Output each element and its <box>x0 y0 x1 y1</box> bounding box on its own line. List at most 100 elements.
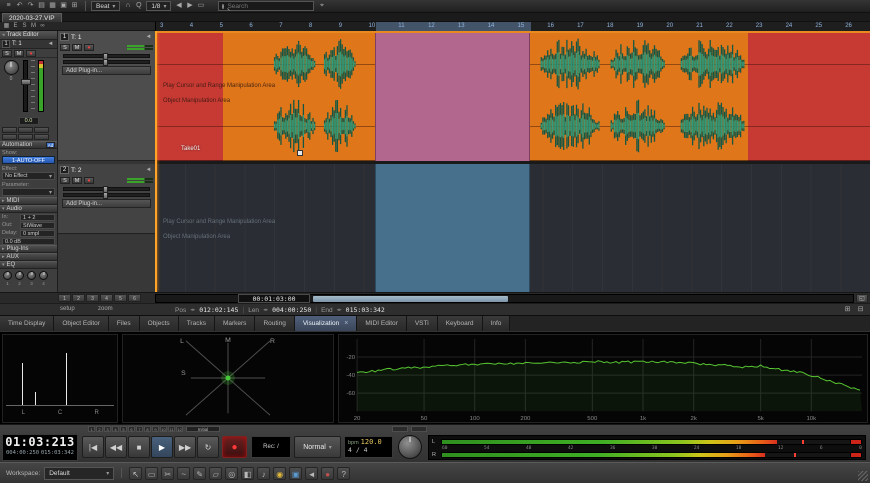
eq-knob-3[interactable] <box>27 271 36 280</box>
tempo-display[interactable]: bpm 120.0 4 / 4 <box>344 436 393 458</box>
monitor-icon[interactable]: ▭ <box>195 1 206 11</box>
snap-grid-select[interactable]: 1/8 ▾ <box>146 1 171 11</box>
mouse-mode-icon[interactable]: ⌖ <box>316 1 327 11</box>
zoom-out-icon[interactable]: ⊟ <box>855 305 866 315</box>
track-name-label[interactable]: T: 2 <box>71 167 142 174</box>
tab-vsti[interactable]: VSTi <box>407 316 438 331</box>
aux-section-header[interactable]: ▸ AUX <box>0 253 57 261</box>
beat-mode-select[interactable]: Beat ▾ <box>91 1 120 11</box>
gain-value[interactable]: 0.0 dB <box>2 238 55 245</box>
volume-slider[interactable] <box>63 54 150 58</box>
track-grid-icon[interactable]: ▦ <box>2 21 11 31</box>
nudge-left-icon[interactable]: ◀ <box>173 1 184 11</box>
marker-slot-button[interactable]: 10 <box>160 426 167 432</box>
zoom-preset-button[interactable]: 2 <box>72 294 85 302</box>
clip-indicator[interactable] <box>850 453 861 457</box>
eq-knob-2[interactable] <box>15 271 24 280</box>
quantize-button[interactable]: Q <box>133 1 144 11</box>
bulb-icon[interactable]: ◉ <box>273 467 286 480</box>
mute-button[interactable]: M <box>72 44 82 51</box>
tab-midi-editor[interactable]: MIDI Editor <box>357 316 407 331</box>
track-lane-1[interactable]: Play Cursor and Range Manipulation Area … <box>155 31 870 161</box>
eq-knob-1[interactable] <box>3 271 12 280</box>
add-plugin-button[interactable]: Add Plug-in... <box>62 66 151 75</box>
panel-button[interactable] <box>2 127 17 133</box>
record-arm-button[interactable]: ● <box>84 177 94 184</box>
marker-slot-button[interactable]: 12 <box>176 426 183 432</box>
tab-routing[interactable]: Routing <box>255 316 294 331</box>
collapse-panel-icon[interactable]: ◂ <box>2 32 5 38</box>
play-mode-select[interactable]: Normal ▾ <box>294 436 341 458</box>
sync-option-button[interactable] <box>392 426 408 432</box>
tab-tracks[interactable]: Tracks <box>179 316 215 331</box>
stop-button[interactable]: ■ <box>128 436 150 458</box>
pan-slider[interactable] <box>63 60 150 64</box>
timeline-ruler[interactable]: 3456789101112131415161718192021222324252… <box>155 22 870 31</box>
zoom-preset-button[interactable]: 4 <box>100 294 113 302</box>
len-value[interactable]: 004:00:250 <box>272 306 311 314</box>
marker-slot-button[interactable]: 11 <box>168 426 175 432</box>
end-value[interactable]: 015:03:342 <box>346 306 385 314</box>
audio-section-header[interactable]: ▾ Audio <box>0 205 57 213</box>
rewind-button[interactable]: ◀◀ <box>105 436 127 458</box>
arrow-tool-icon[interactable]: ↖ <box>129 467 142 480</box>
new-project-icon[interactable]: ▤ <box>36 1 47 11</box>
marker-slot-button[interactable]: 8 <box>144 426 151 432</box>
scrollbar-thumb[interactable] <box>313 296 508 302</box>
zoom-in-icon[interactable]: ⊞ <box>842 305 853 315</box>
time-signature-value[interactable]: 4 / 4 <box>348 446 389 454</box>
marker-slot-button[interactable]: 4 <box>112 426 119 432</box>
eq-section-header[interactable]: ▾ EQ <box>0 261 57 269</box>
goto-start-button[interactable]: |◀ <box>82 436 104 458</box>
undo-icon[interactable]: ↶ <box>14 1 25 11</box>
automation-effect-select[interactable]: No Effect ▾ <box>2 172 55 180</box>
automation-section-header[interactable]: Automation Ad <box>0 141 57 149</box>
pan-slider[interactable] <box>63 193 150 197</box>
snap-magnet-icon[interactable]: ∩ <box>122 1 133 11</box>
time-selection-track1[interactable] <box>375 31 530 161</box>
workspace-select[interactable]: Default ▾ <box>44 467 114 480</box>
clip-indicator[interactable] <box>850 440 861 444</box>
stepper-arrows-icon[interactable]: ◂▸ <box>263 307 268 313</box>
eraser-tool-icon[interactable]: ▱ <box>209 467 222 480</box>
volume-fader[interactable] <box>23 60 28 112</box>
tab-info[interactable]: Info <box>483 316 511 331</box>
panel-button[interactable] <box>18 127 33 133</box>
marker-preset-label[interactable]: Initial <box>186 426 220 432</box>
tab-visualization[interactable]: Visualization× <box>295 316 357 331</box>
fit-view-button[interactable]: ◱ <box>856 294 868 303</box>
record-arm-button[interactable]: ● <box>26 50 36 57</box>
automation-parameter-select[interactable]: ▾ <box>2 188 55 196</box>
loop-button[interactable]: ↻ <box>197 436 219 458</box>
open-project-icon[interactable]: ▦ <box>47 1 58 11</box>
slider-thumb[interactable] <box>103 59 108 66</box>
tab-time-display[interactable]: Time Display <box>0 316 54 331</box>
delay-value[interactable]: 0 smpl <box>20 230 55 237</box>
marker-slot-button[interactable]: 9 <box>152 426 159 432</box>
eq-knob-4[interactable] <box>39 271 48 280</box>
close-icon[interactable]: × <box>344 320 348 327</box>
volume-slider[interactable] <box>63 187 150 191</box>
track-name-label[interactable]: T: 1 <box>71 34 142 41</box>
monitor-icon[interactable]: ▣ <box>289 467 302 480</box>
plugins-section-header[interactable]: ▸ Plug-Ins <box>0 245 57 253</box>
slider-thumb[interactable] <box>103 192 108 199</box>
track-header-1[interactable]: 1 T: 1 ◄ S M ● Add Plug-in... <box>58 31 155 161</box>
save-project-icon[interactable]: ▣ <box>58 1 69 11</box>
add-plugin-button[interactable]: Add Plug-in... <box>62 199 151 208</box>
marker-slot-button[interactable]: 3 <box>104 426 111 432</box>
track-header-2[interactable]: 2 T: 2 ◄ S M ● Add Plug-in... <box>58 164 155 234</box>
take-name-label[interactable]: Take01 <box>181 146 200 152</box>
grid-icon[interactable]: ⊞ <box>69 1 80 11</box>
midi-section-header[interactable]: ▸ MIDI <box>0 197 57 205</box>
stop-all-icon[interactable]: ● <box>321 467 334 480</box>
tab-markers[interactable]: Markers <box>215 316 255 331</box>
panel-button[interactable] <box>34 127 49 133</box>
zoom-preset-button[interactable]: 6 <box>128 294 141 302</box>
audio-clip-edge[interactable] <box>157 31 223 161</box>
search-input[interactable] <box>227 3 315 10</box>
pos-value[interactable]: 012:02:145 <box>199 306 238 314</box>
solo-button[interactable]: S <box>60 44 70 51</box>
zoom-button[interactable]: zoom <box>98 306 113 312</box>
fader-thumb[interactable] <box>21 79 31 85</box>
